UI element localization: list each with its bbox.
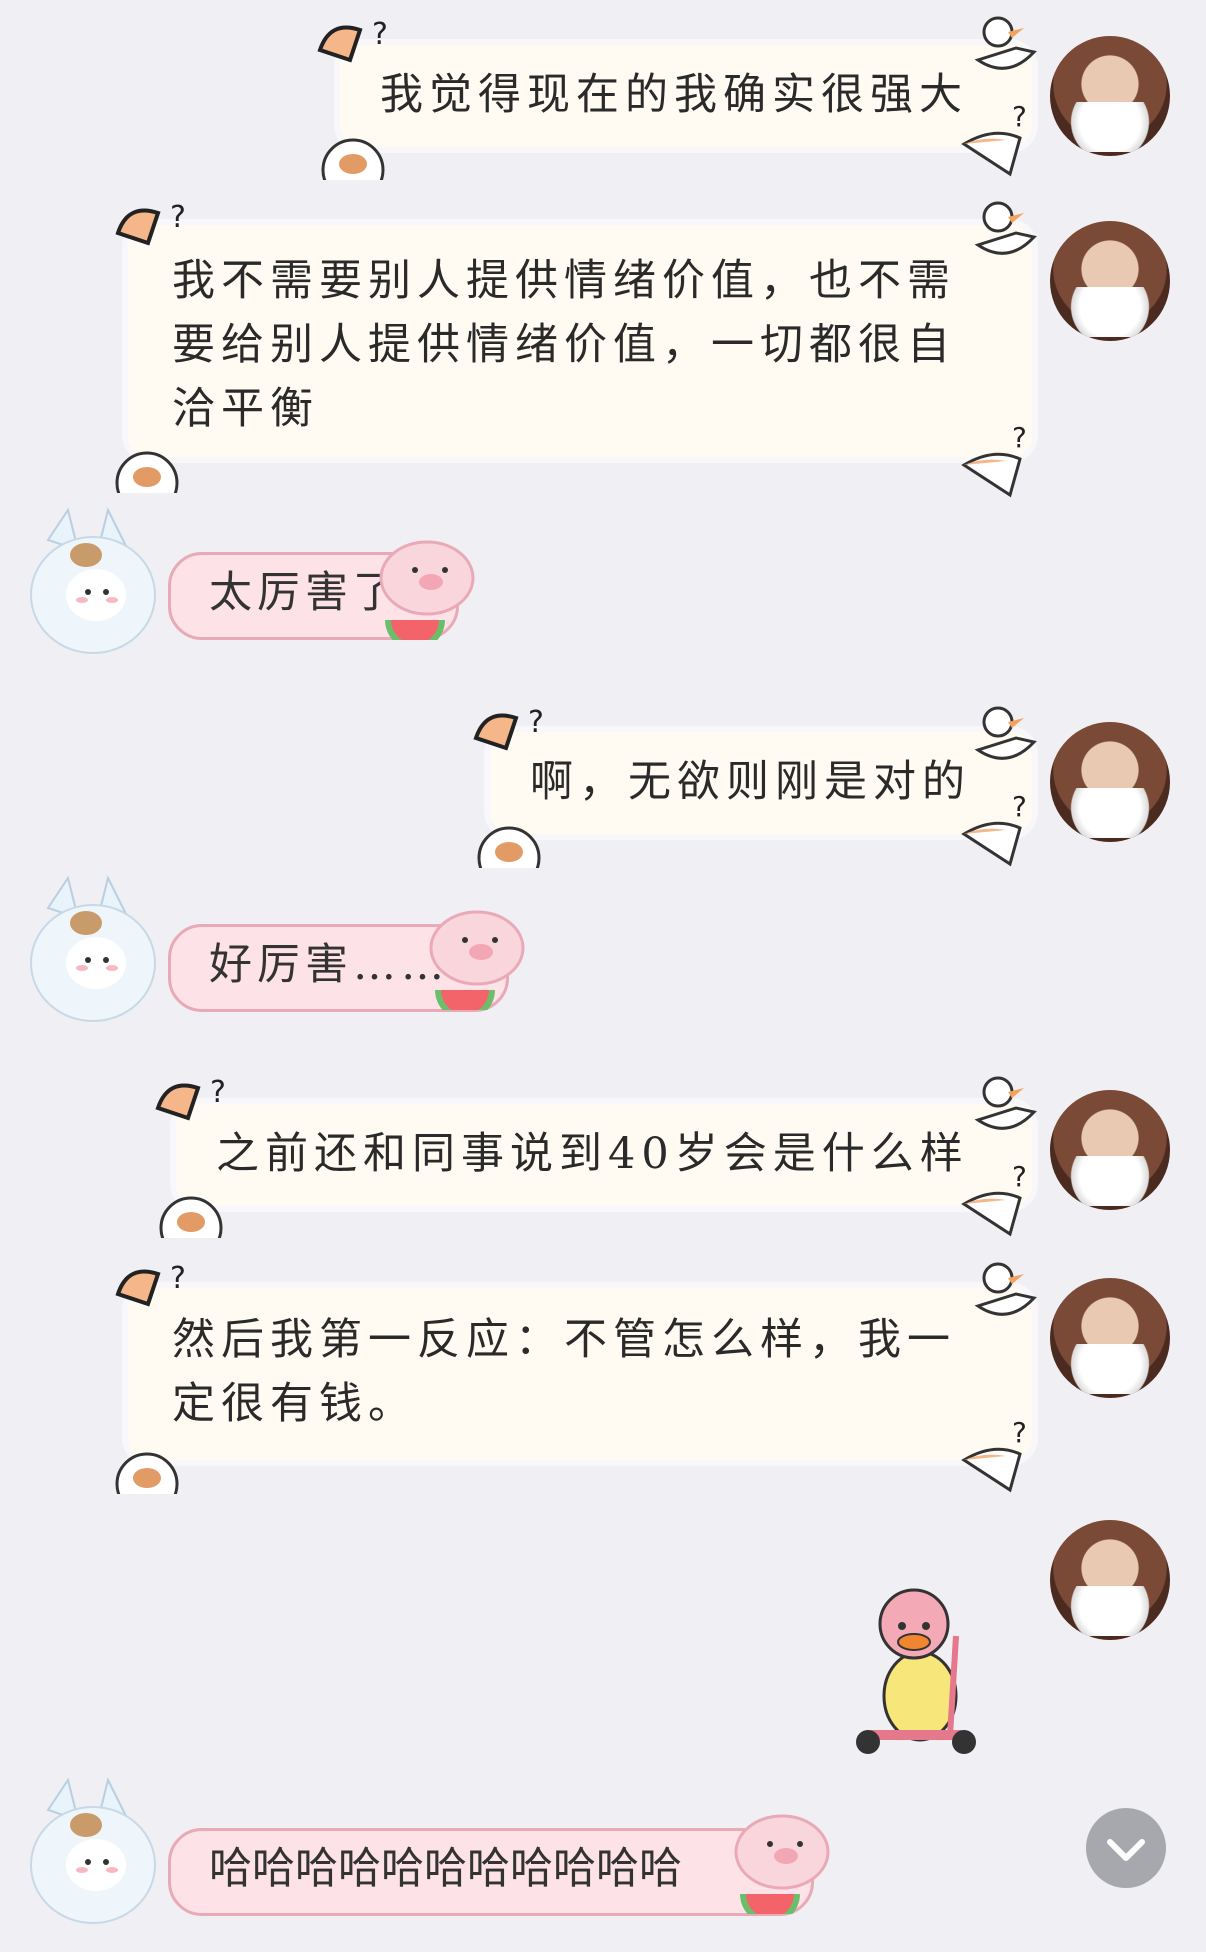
chevron-down-icon (1107, 1839, 1145, 1861)
duck-doodle-icon (974, 1076, 1037, 1130)
message-text: 啊，无欲则刚是对的 (530, 757, 971, 807)
doodle-bird-icon: ? (961, 1160, 1027, 1237)
message-bubble-left[interactable]: 哈哈哈哈哈哈哈哈哈哈哈 (168, 1828, 814, 1916)
doodle-hand-icon: ? (317, 17, 388, 63)
bear-doodle-icon (115, 451, 179, 493)
message-bubble-right[interactable]: 我不需要别人提供情绪价值，也不需要给别人提供情绪价值，一切都很自洽平衡 (128, 225, 1032, 457)
pig-doodle-icon (429, 910, 525, 1010)
message-row: 啊，无欲则刚是对的 ? ? (0, 690, 1206, 870)
message-text: 我觉得现在的我确实很强大 (380, 70, 968, 120)
message-text: 我不需要别人提供情绪价值，也不需要给别人提供情绪价值，一切都很自洽平衡 (172, 256, 956, 434)
doodle-hand-icon: ? (115, 200, 186, 246)
doodle-hand-icon: ? (155, 1075, 226, 1121)
message-text: 好厉害…… (209, 940, 449, 990)
duck-doodle-icon (974, 1262, 1037, 1316)
duck-on-scooter-sticker[interactable] (846, 1576, 986, 1756)
doodle-hand-icon: ? (115, 1261, 186, 1307)
avatar[interactable] (1050, 1520, 1170, 1640)
doodle-bird-icon: ? (961, 1416, 1027, 1493)
avatar[interactable] (1050, 1090, 1170, 1210)
avatar[interactable] (1050, 36, 1170, 156)
message-row: 我不需要别人提供情绪价值，也不需要给别人提供情绪价值，一切都很自洽平衡 ? ? (0, 185, 1206, 505)
duck-doodle-icon (974, 16, 1037, 70)
avatar[interactable] (1050, 221, 1170, 341)
doodle-bird-icon: ? (961, 790, 1027, 867)
bear-doodle-icon (159, 1196, 223, 1238)
message-row: 然后我第一反应：不管怎么样，我一定很有钱。 ? ? (0, 1248, 1206, 1498)
svg-text:?: ? (170, 1261, 186, 1296)
message-bubble-right[interactable]: 然后我第一反应：不管怎么样，我一定很有钱。 (128, 1288, 1032, 1460)
message-bubble-right[interactable]: 我觉得现在的我确实很强大 (340, 45, 1032, 147)
message-row: 哈哈哈哈哈哈哈哈哈哈哈 (0, 1770, 1206, 1950)
duck-doodle-icon (974, 706, 1037, 760)
svg-text:?: ? (1012, 1160, 1027, 1193)
avatar-bunny[interactable] (18, 868, 168, 1028)
message-row: 太厉害了 (0, 500, 1206, 680)
message-text: 然后我第一反应：不管怎么样，我一定很有钱。 (172, 1315, 956, 1429)
message-text: 太厉害了 (209, 568, 401, 618)
bear-doodle-icon (321, 138, 385, 180)
pig-doodle-icon (379, 540, 475, 640)
avatar[interactable] (1050, 1278, 1170, 1398)
message-bubble-right[interactable]: 之前还和同事说到40岁会是什么样 (176, 1104, 1032, 1206)
message-row: 好厉害…… (0, 868, 1206, 1048)
message-row: 之前还和同事说到40岁会是什么样 ? ? (0, 1062, 1206, 1242)
bear-doodle-icon (115, 1452, 179, 1494)
message-row: 我觉得现在的我确实很强大 ? ? (0, 0, 1206, 180)
svg-text:?: ? (1012, 790, 1027, 823)
message-text: 哈哈哈哈哈哈哈哈哈哈哈 (209, 1844, 682, 1894)
svg-text:?: ? (1012, 100, 1027, 133)
doodle-hand-icon: ? (473, 705, 544, 751)
svg-text:?: ? (1012, 421, 1027, 454)
avatar-bunny[interactable] (18, 500, 168, 660)
duck-doodle-icon (974, 201, 1037, 255)
avatar-bunny[interactable] (18, 1770, 168, 1930)
doodle-bird-icon: ? (961, 100, 1027, 177)
pig-doodle-icon (734, 1814, 830, 1914)
svg-text:?: ? (170, 200, 186, 235)
bear-doodle-icon (477, 826, 541, 868)
doodle-bird-icon: ? (961, 421, 1027, 498)
avatar[interactable] (1050, 722, 1170, 842)
svg-text:?: ? (1012, 1416, 1027, 1449)
svg-text:?: ? (528, 705, 544, 740)
svg-text:?: ? (210, 1075, 226, 1110)
message-text: 之前还和同事说到40岁会是什么样 (216, 1129, 969, 1179)
message-bubble-right[interactable]: 啊，无欲则刚是对的 (490, 732, 1032, 834)
svg-text:?: ? (372, 17, 388, 52)
scroll-to-bottom-button[interactable] (1086, 1808, 1166, 1888)
message-row (0, 1520, 1206, 1760)
